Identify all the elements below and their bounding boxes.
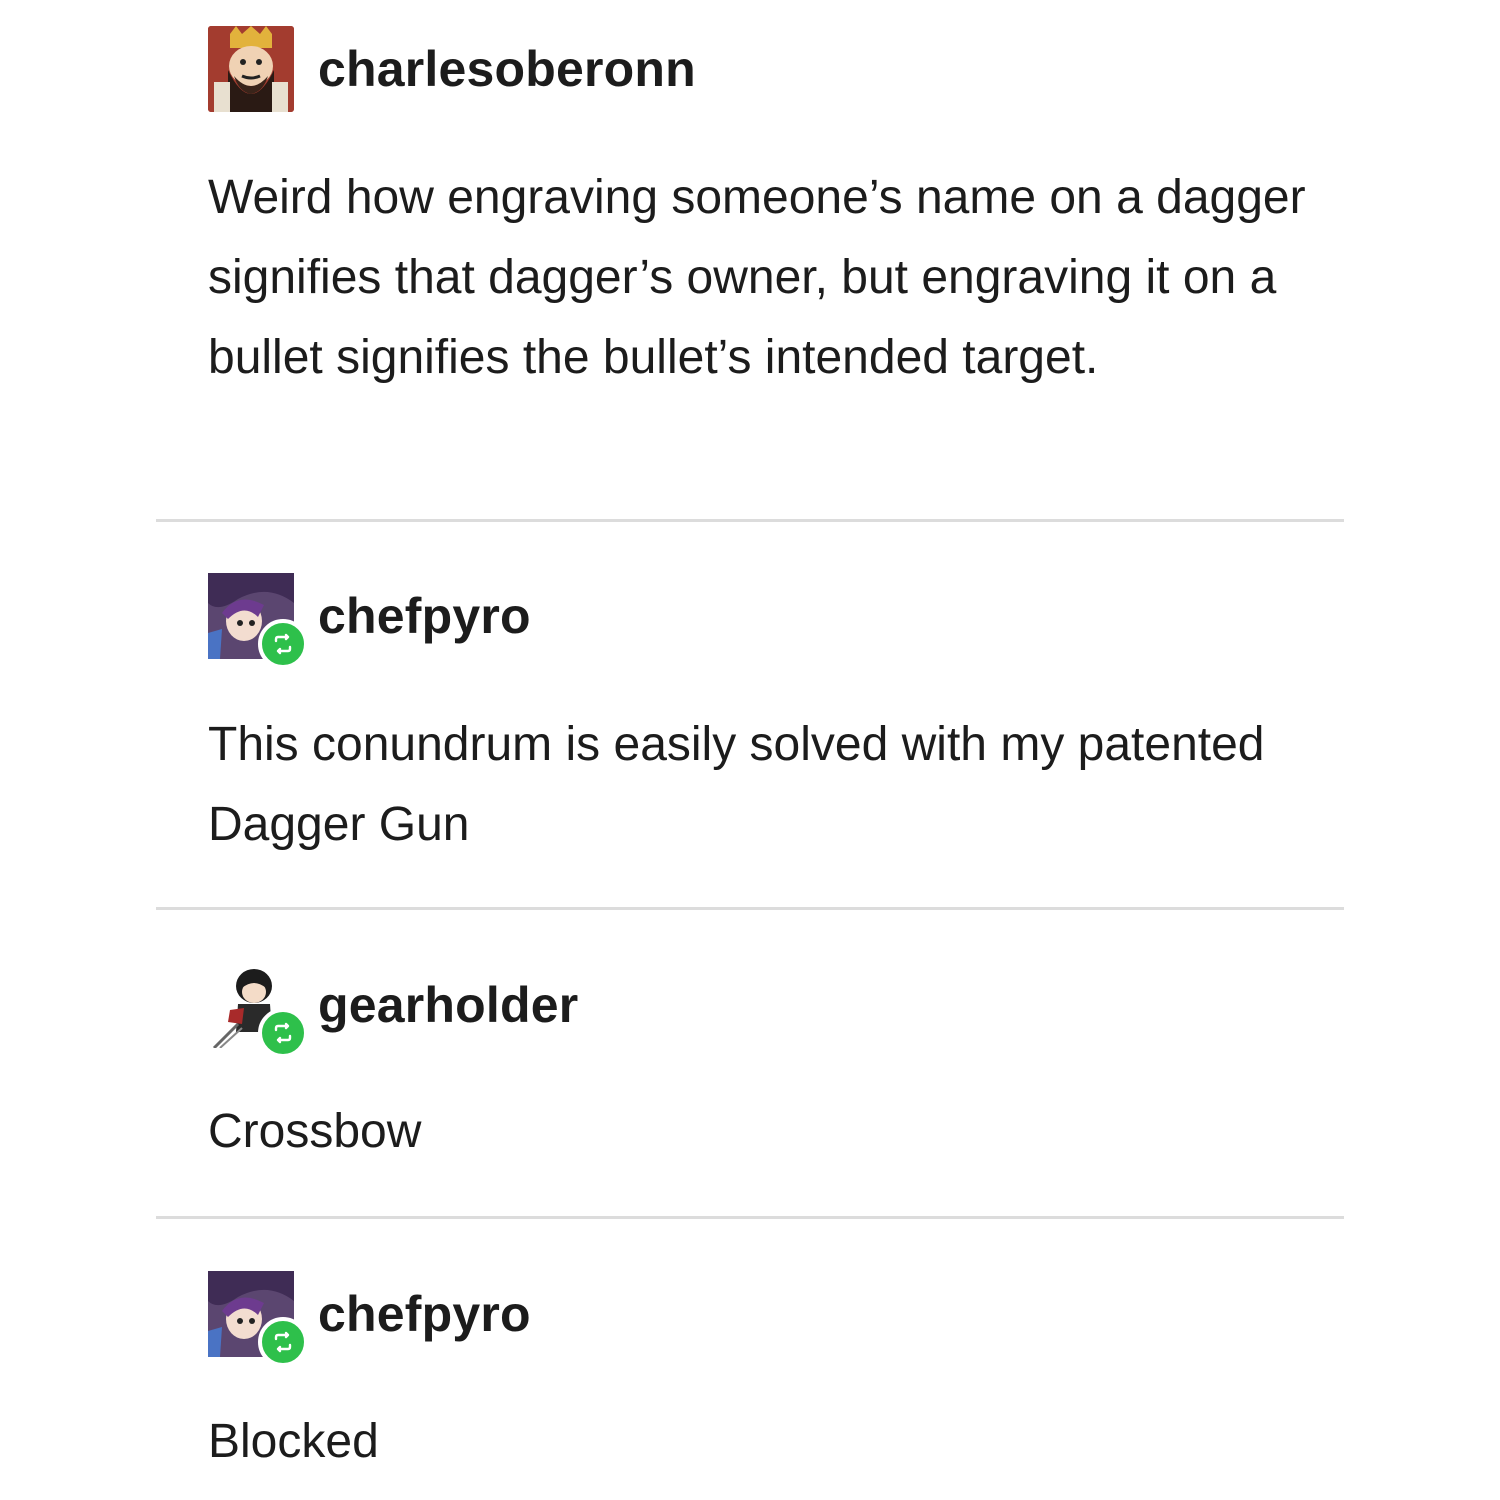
reblog-badge xyxy=(258,1008,308,1058)
post-header: chefpyro xyxy=(208,573,531,669)
avatar[interactable] xyxy=(208,1271,308,1367)
post-divider xyxy=(156,907,1344,910)
username[interactable]: chefpyro xyxy=(318,591,531,641)
reblog-badge xyxy=(258,619,308,669)
tumblr-thread: charlesoberonn Weird how engraving someo… xyxy=(0,0,1500,1500)
post-header: chefpyro xyxy=(208,1271,531,1367)
post-header: charlesoberonn xyxy=(208,26,696,112)
avatar[interactable] xyxy=(208,26,294,112)
reblog-icon xyxy=(274,633,292,655)
post-text: Crossbow xyxy=(208,1105,422,1158)
username[interactable]: chefpyro xyxy=(318,1289,531,1339)
username[interactable]: charlesoberonn xyxy=(318,44,696,94)
post-divider xyxy=(156,519,1344,522)
reblog-icon xyxy=(274,1022,292,1044)
post-text: This conundrum is easily solved with my … xyxy=(208,718,1265,851)
username[interactable]: gearholder xyxy=(318,980,578,1030)
post-text: Blocked xyxy=(208,1415,379,1468)
reblog-badge xyxy=(258,1317,308,1367)
crowned-bearded-man-avatar-icon xyxy=(208,26,294,112)
avatar[interactable] xyxy=(208,962,308,1058)
avatar[interactable] xyxy=(208,573,308,669)
post-divider xyxy=(156,1216,1344,1219)
reblog-icon xyxy=(274,1331,292,1353)
post-header: gearholder xyxy=(208,962,578,1058)
post-text: Weird how engraving someone’s name on a … xyxy=(208,171,1306,384)
